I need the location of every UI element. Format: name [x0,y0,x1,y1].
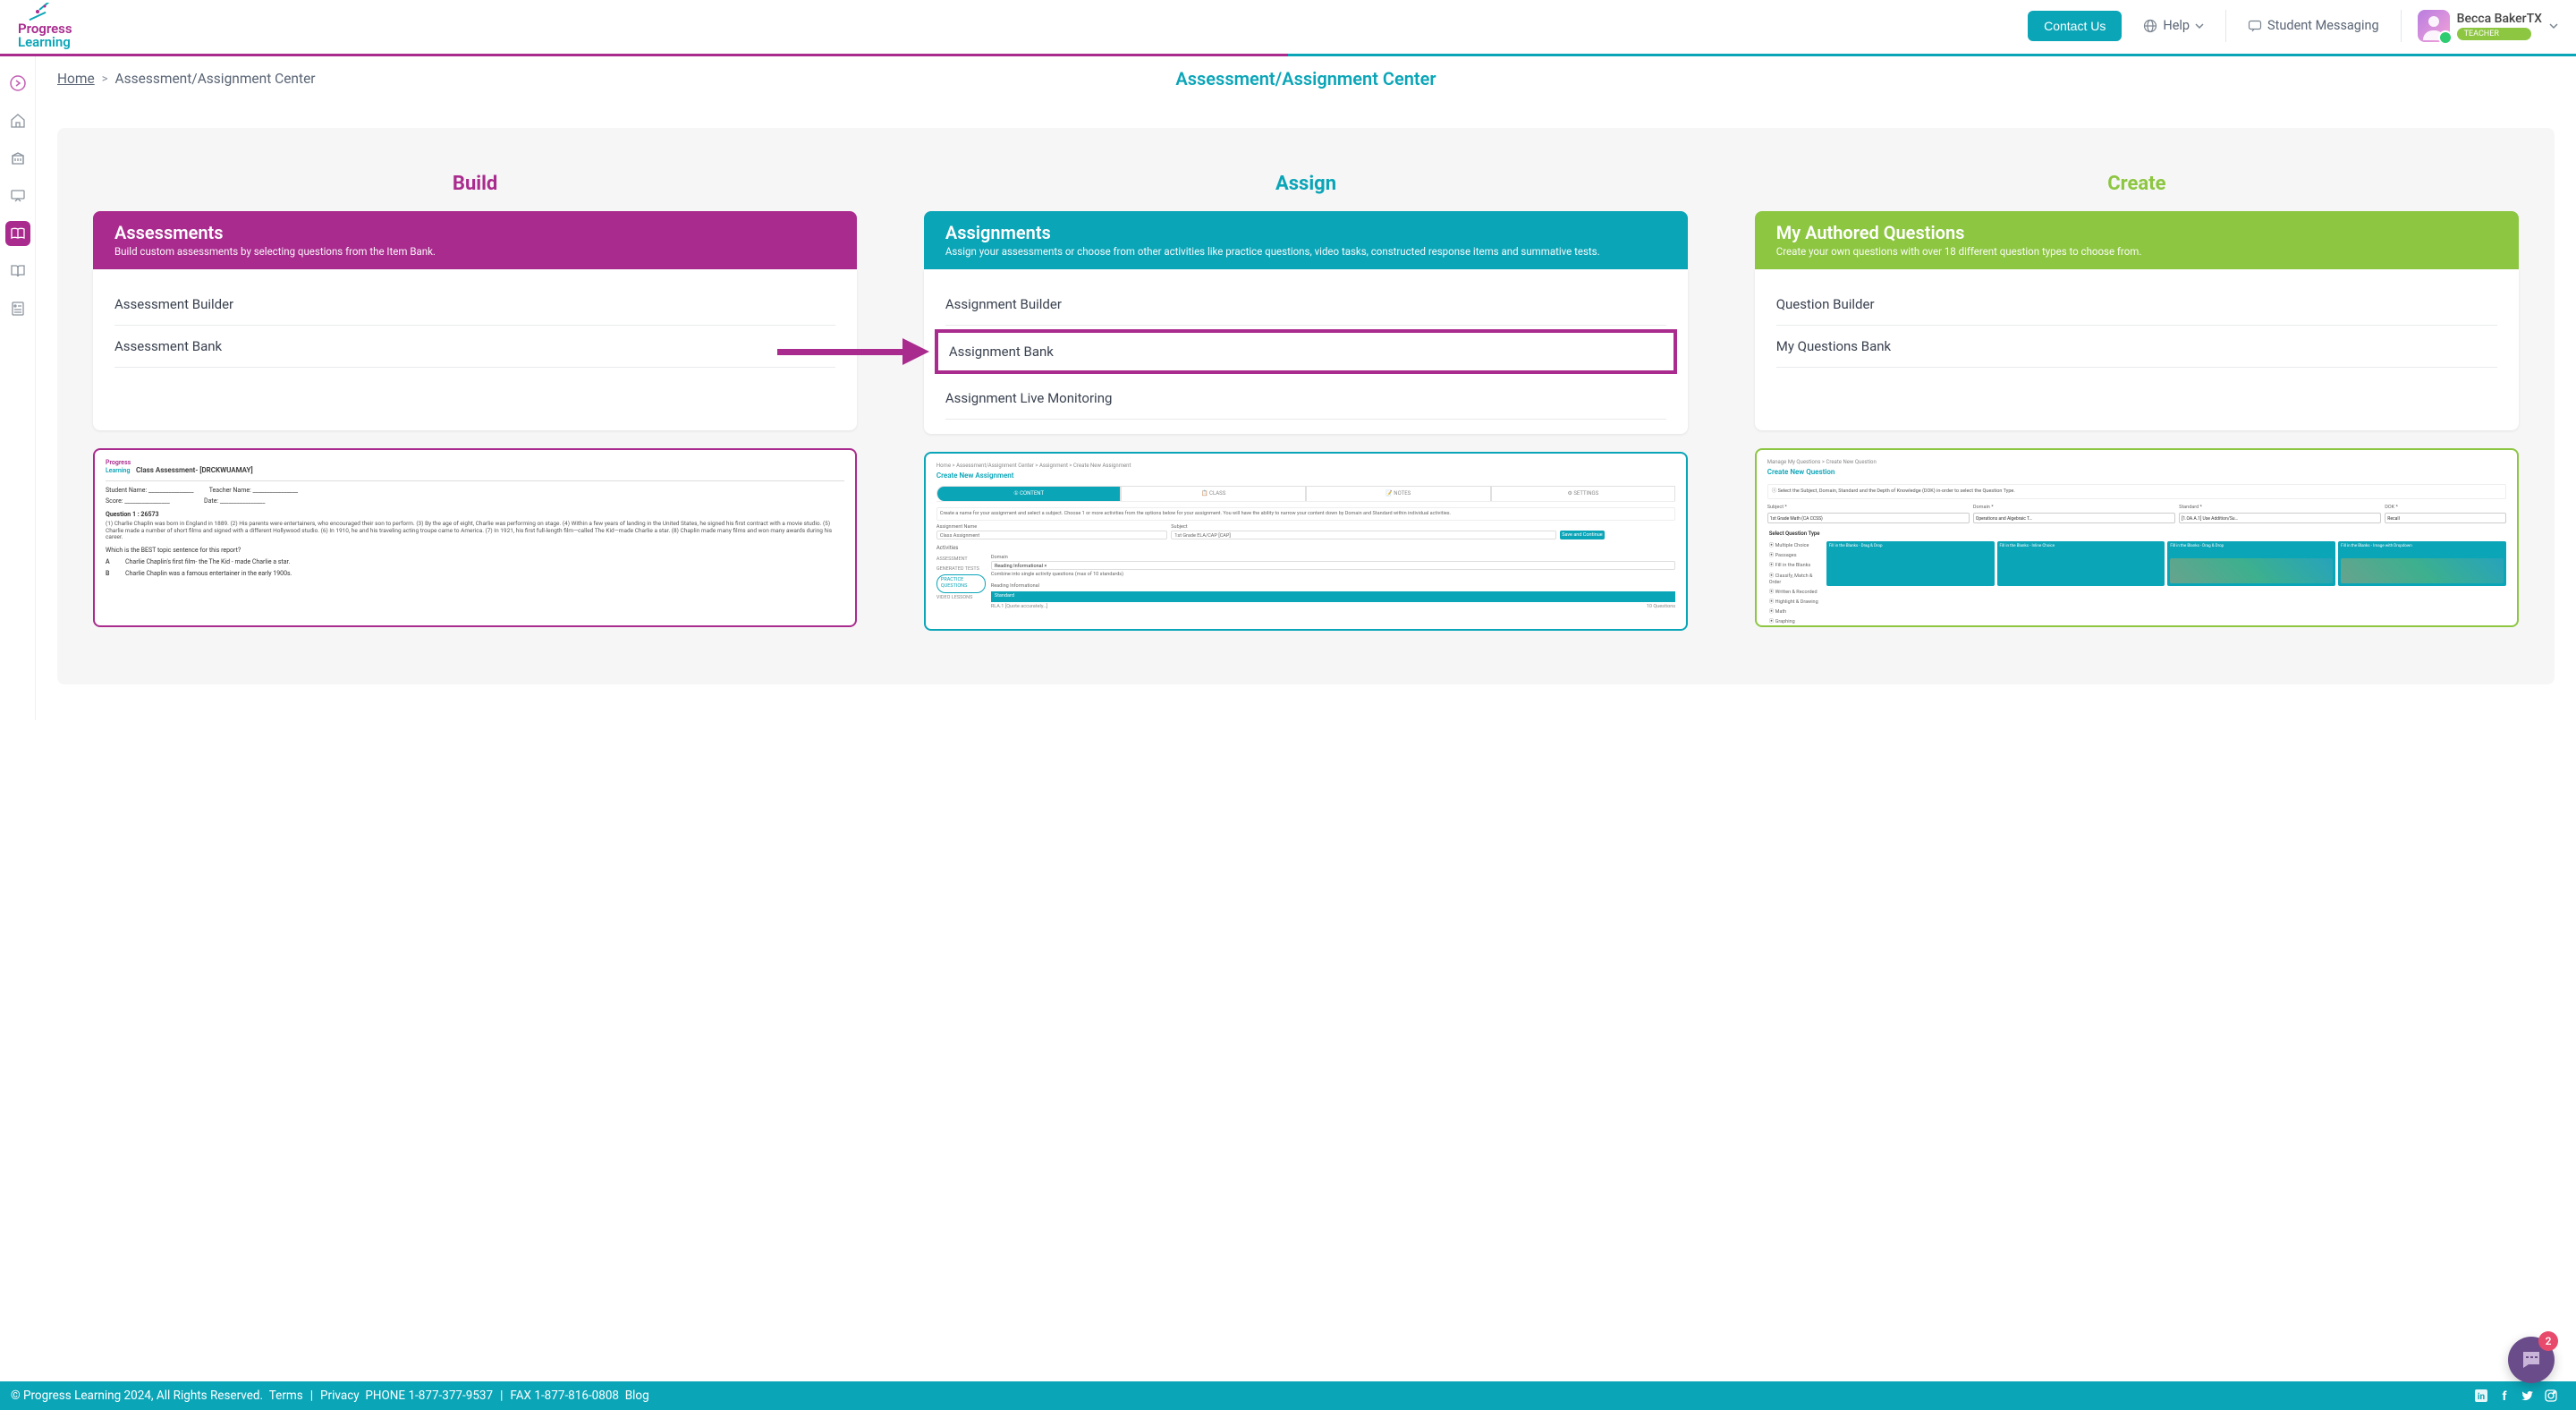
column-build: Build Assessments Build custom assessmen… [93,173,857,631]
build-preview: ProgressLearning Class Assessment- [DRCK… [93,448,857,627]
chat-badge: 2 [2538,1331,2558,1351]
assign-card-head: Assignments Assign your assessments or c… [924,211,1688,269]
twitter-icon[interactable] [2521,1389,2535,1403]
avatar [2418,10,2450,42]
build-card-desc: Build custom assessments by selecting qu… [114,245,835,259]
chevron-down-icon [2549,21,2558,30]
teacher-badge: TEACHER [2457,28,2531,40]
left-rail [0,56,36,720]
column-assign: Assign Assignments Assign your assessmen… [924,173,1688,631]
footer-phone: PHONE 1-877-377-9537 [365,1389,493,1403]
assignment-bank-label: Assignment Bank [949,344,1054,360]
top-right: Contact Us Help Student Messaging Becca … [2028,10,2558,42]
assign-card-title: Assignments [945,222,1666,243]
footer-blog-link[interactable]: Blog [625,1389,649,1403]
messaging-label: Student Messaging [2267,18,2379,33]
create-card-body: Question Builder My Questions Bank [1755,269,2519,430]
question-builder-link[interactable]: Question Builder [1776,284,2497,326]
rail-home-icon[interactable] [5,108,30,133]
breadcrumb-home[interactable]: Home [57,71,95,87]
svg-text:in: in [2478,1392,2486,1402]
create-preview: Manage My Questions > Create New Questio… [1755,448,2519,627]
create-card-desc: Create your own questions with over 18 d… [1776,245,2497,259]
social-icons: in f [2474,1389,2558,1403]
contact-us-button[interactable]: Contact Us [2028,11,2122,41]
breadcrumb-row: Home > Assessment/Assignment Center Asse… [36,56,2576,101]
globe-icon [2143,19,2157,33]
student-messaging-link[interactable]: Student Messaging [2242,18,2385,33]
footer-copyright: © Progress Learning 2024, All Rights Res… [11,1389,263,1403]
col-create-title: Create [1755,173,2519,195]
instagram-icon[interactable] [2544,1389,2558,1403]
chat-icon [2248,19,2262,33]
top-bar: Progress Learning Contact Us Help Studen… [0,0,2576,54]
facebook-icon[interactable]: f [2497,1389,2512,1403]
assign-card-desc: Assign your assessments or choose from o… [945,245,1666,259]
divider [2401,10,2402,42]
highlight-arrow-icon [777,343,929,361]
create-card-title: My Authored Questions [1776,222,2497,243]
my-questions-bank-link[interactable]: My Questions Bank [1776,326,2497,368]
assignment-bank-link[interactable]: Assignment Bank [935,329,1677,374]
user-text: Becca BakerTX TEACHER [2457,12,2542,40]
breadcrumb-current: Assessment/Assignment Center [115,71,316,87]
svg-text:f: f [2502,1389,2507,1402]
breadcrumb-separator: > [102,72,108,86]
assign-card-body: Assignment Builder Assignment Bank Assig… [924,269,1688,434]
user-menu[interactable]: Becca BakerTX TEACHER [2418,10,2558,42]
rail-school-icon[interactable] [5,146,30,171]
rail-collapse-icon[interactable] [5,71,30,96]
content: Home > Assessment/Assignment Center Asse… [36,56,2576,720]
rail-book-icon[interactable] [5,221,30,246]
footer-fax: FAX 1-877-816-0808 [510,1389,619,1403]
chevron-down-icon [2195,21,2204,30]
create-card-head: My Authored Questions Create your own qu… [1755,211,2519,269]
footer: © Progress Learning 2024, All Rights Res… [0,1381,2576,1410]
main-wrap: Home > Assessment/Assignment Center Asse… [0,56,2576,720]
assessment-bank-link[interactable]: Assessment Bank [114,326,835,368]
chat-support-button[interactable]: 2 [2508,1337,2555,1383]
user-name: Becca BakerTX [2457,12,2542,26]
logo-line2: Learning [18,36,72,49]
footer-terms-link[interactable]: Terms [269,1389,303,1403]
build-card-body: Assessment Builder Assessment Bank [93,269,857,430]
rail-presentation-icon[interactable] [5,183,30,208]
assignment-builder-link[interactable]: Assignment Builder [945,284,1666,326]
page-title: Assessment/Assignment Center [1175,68,1436,89]
col-assign-title: Assign [924,173,1688,195]
assignment-live-monitoring-link[interactable]: Assignment Live Monitoring [945,378,1666,420]
rail-open-book-icon[interactable] [5,259,30,284]
build-card-title: Assessments [114,222,835,243]
logo[interactable]: Progress Learning [18,3,72,49]
main-panel: Build Assessments Build custom assessmen… [57,128,2555,684]
footer-privacy-link[interactable]: Privacy [320,1389,360,1403]
col-build-title: Build [93,173,857,195]
assessment-builder-link[interactable]: Assessment Builder [114,284,835,326]
linkedin-icon[interactable]: in [2474,1389,2488,1403]
column-create: Create My Authored Questions Create your… [1755,173,2519,631]
rail-document-icon[interactable] [5,296,30,321]
divider [2225,10,2226,42]
help-dropdown[interactable]: Help [2138,18,2209,33]
logo-graphic [18,3,54,22]
help-label: Help [2163,18,2190,33]
build-card-head: Assessments Build custom assessments by … [93,211,857,269]
assign-preview: Home > Assessment/Assignment Center > As… [924,452,1688,631]
